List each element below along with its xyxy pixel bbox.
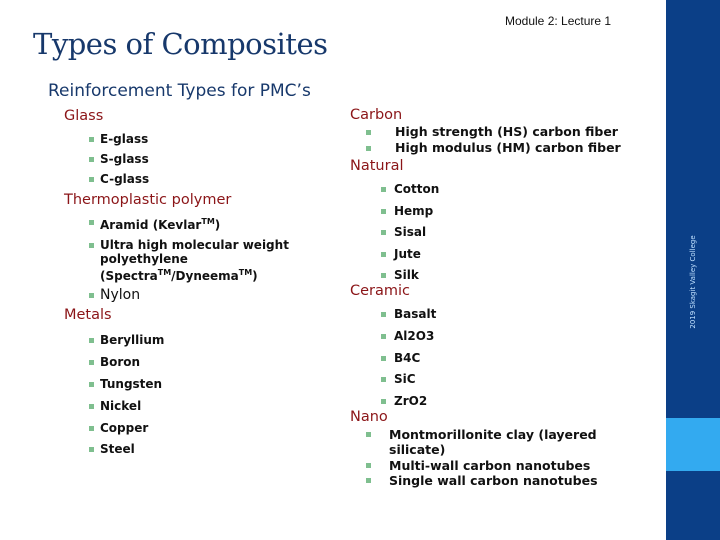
sidebar-band: 2019 Skagit Valley College	[666, 0, 720, 540]
list-item: Basalt	[350, 307, 660, 321]
right-column: Carbon High strength (HS) carbon fiber H…	[350, 106, 660, 489]
list-item: Sisal	[350, 225, 660, 239]
list-item: Single wall carbon nanotubes	[350, 473, 660, 489]
bullet-icon	[381, 187, 386, 192]
bullet-icon	[381, 377, 386, 383]
category-carbon: Carbon	[350, 107, 403, 123]
bullet-icon	[89, 137, 94, 142]
list-item: E-glass	[64, 132, 324, 146]
bullet-icon	[381, 208, 386, 214]
bullet-icon	[89, 381, 94, 387]
list-item: SiC	[350, 372, 660, 386]
natural-list: Cotton Hemp Sisal Jute Silk	[350, 182, 660, 282]
category-thermoplastic: Thermoplastic polymer	[64, 192, 232, 208]
list-item: Boron	[64, 355, 324, 369]
list-item: S-glass	[64, 152, 324, 166]
bullet-icon	[366, 146, 371, 151]
bullet-icon	[381, 273, 386, 279]
list-item: Multi-wall carbon nanotubes	[350, 458, 660, 474]
bullet-icon	[89, 157, 94, 162]
bullet-icon	[381, 398, 386, 404]
bullet-icon	[89, 243, 94, 248]
list-item: Ultra high molecular weight polyethylene(…	[64, 238, 324, 283]
thermoplastic-list: Aramid (KevlarTM) Ultra high molecular w…	[64, 215, 324, 303]
category-metals: Metals	[64, 307, 112, 323]
glass-list: E-glass S-glass C-glass	[64, 132, 324, 186]
left-column: Glass E-glass S-glass C-glass Thermoplas…	[64, 107, 324, 464]
list-item: Tungsten	[64, 377, 324, 391]
list-item: Beryllium	[64, 333, 324, 347]
bullet-icon	[381, 230, 386, 236]
bullet-icon	[89, 403, 94, 409]
list-item: High modulus (HM) carbon fiber	[350, 141, 660, 155]
list-item: Cotton	[350, 182, 660, 196]
bullet-icon	[381, 333, 386, 339]
nano-list: Montmorillonite clay (layered silicate) M…	[350, 427, 660, 489]
list-item: B4C	[350, 351, 660, 365]
bullet-icon	[89, 220, 94, 225]
bullet-icon	[381, 355, 386, 361]
category-glass: Glass	[64, 108, 104, 124]
carbon-list: High strength (HS) carbon fiber High mod…	[350, 125, 660, 155]
list-item: Nickel	[64, 399, 324, 413]
ceramic-list: Basalt Al2O3 B4C SiC ZrO2	[350, 307, 660, 408]
list-item: Silk	[350, 268, 660, 282]
copyright-credit: 2019 Skagit Valley College	[689, 235, 697, 329]
sidebar-accent-block	[666, 418, 720, 471]
list-item: Nylon	[64, 287, 324, 303]
bullet-icon	[366, 478, 371, 484]
category-nano: Nano	[350, 408, 388, 425]
list-item: Jute	[350, 247, 660, 261]
bullet-icon	[89, 338, 94, 343]
bullet-icon	[381, 312, 386, 318]
list-item: Hemp	[350, 204, 660, 218]
list-item: Montmorillonite clay (layered silicate)	[350, 427, 660, 458]
list-item: Copper	[64, 421, 324, 435]
bullet-icon	[89, 177, 94, 182]
category-ceramic: Ceramic	[350, 283, 411, 300]
list-item: ZrO2	[350, 394, 660, 408]
bullet-icon	[89, 359, 94, 365]
bullet-icon	[366, 130, 371, 135]
category-natural: Natural	[350, 158, 404, 174]
page-subtitle: Reinforcement Types for PMC’s	[48, 81, 311, 101]
bullet-icon	[366, 462, 371, 468]
list-item: Al2O3	[350, 329, 660, 343]
list-item: Steel	[64, 442, 324, 456]
list-item: C-glass	[64, 172, 324, 186]
module-label: Module 2: Lecture 1	[505, 14, 612, 28]
list-item: Aramid (KevlarTM)	[64, 215, 324, 232]
page-title: Types of Composites	[33, 27, 328, 61]
bullet-icon	[381, 251, 386, 257]
list-item: High strength (HS) carbon fiber	[350, 125, 660, 139]
bullet-icon	[89, 425, 94, 431]
metals-list: Beryllium Boron Tungsten Nickel Copper S…	[64, 333, 324, 456]
bullet-icon	[89, 447, 94, 453]
bullet-icon	[366, 431, 371, 437]
bullet-icon	[89, 293, 94, 298]
